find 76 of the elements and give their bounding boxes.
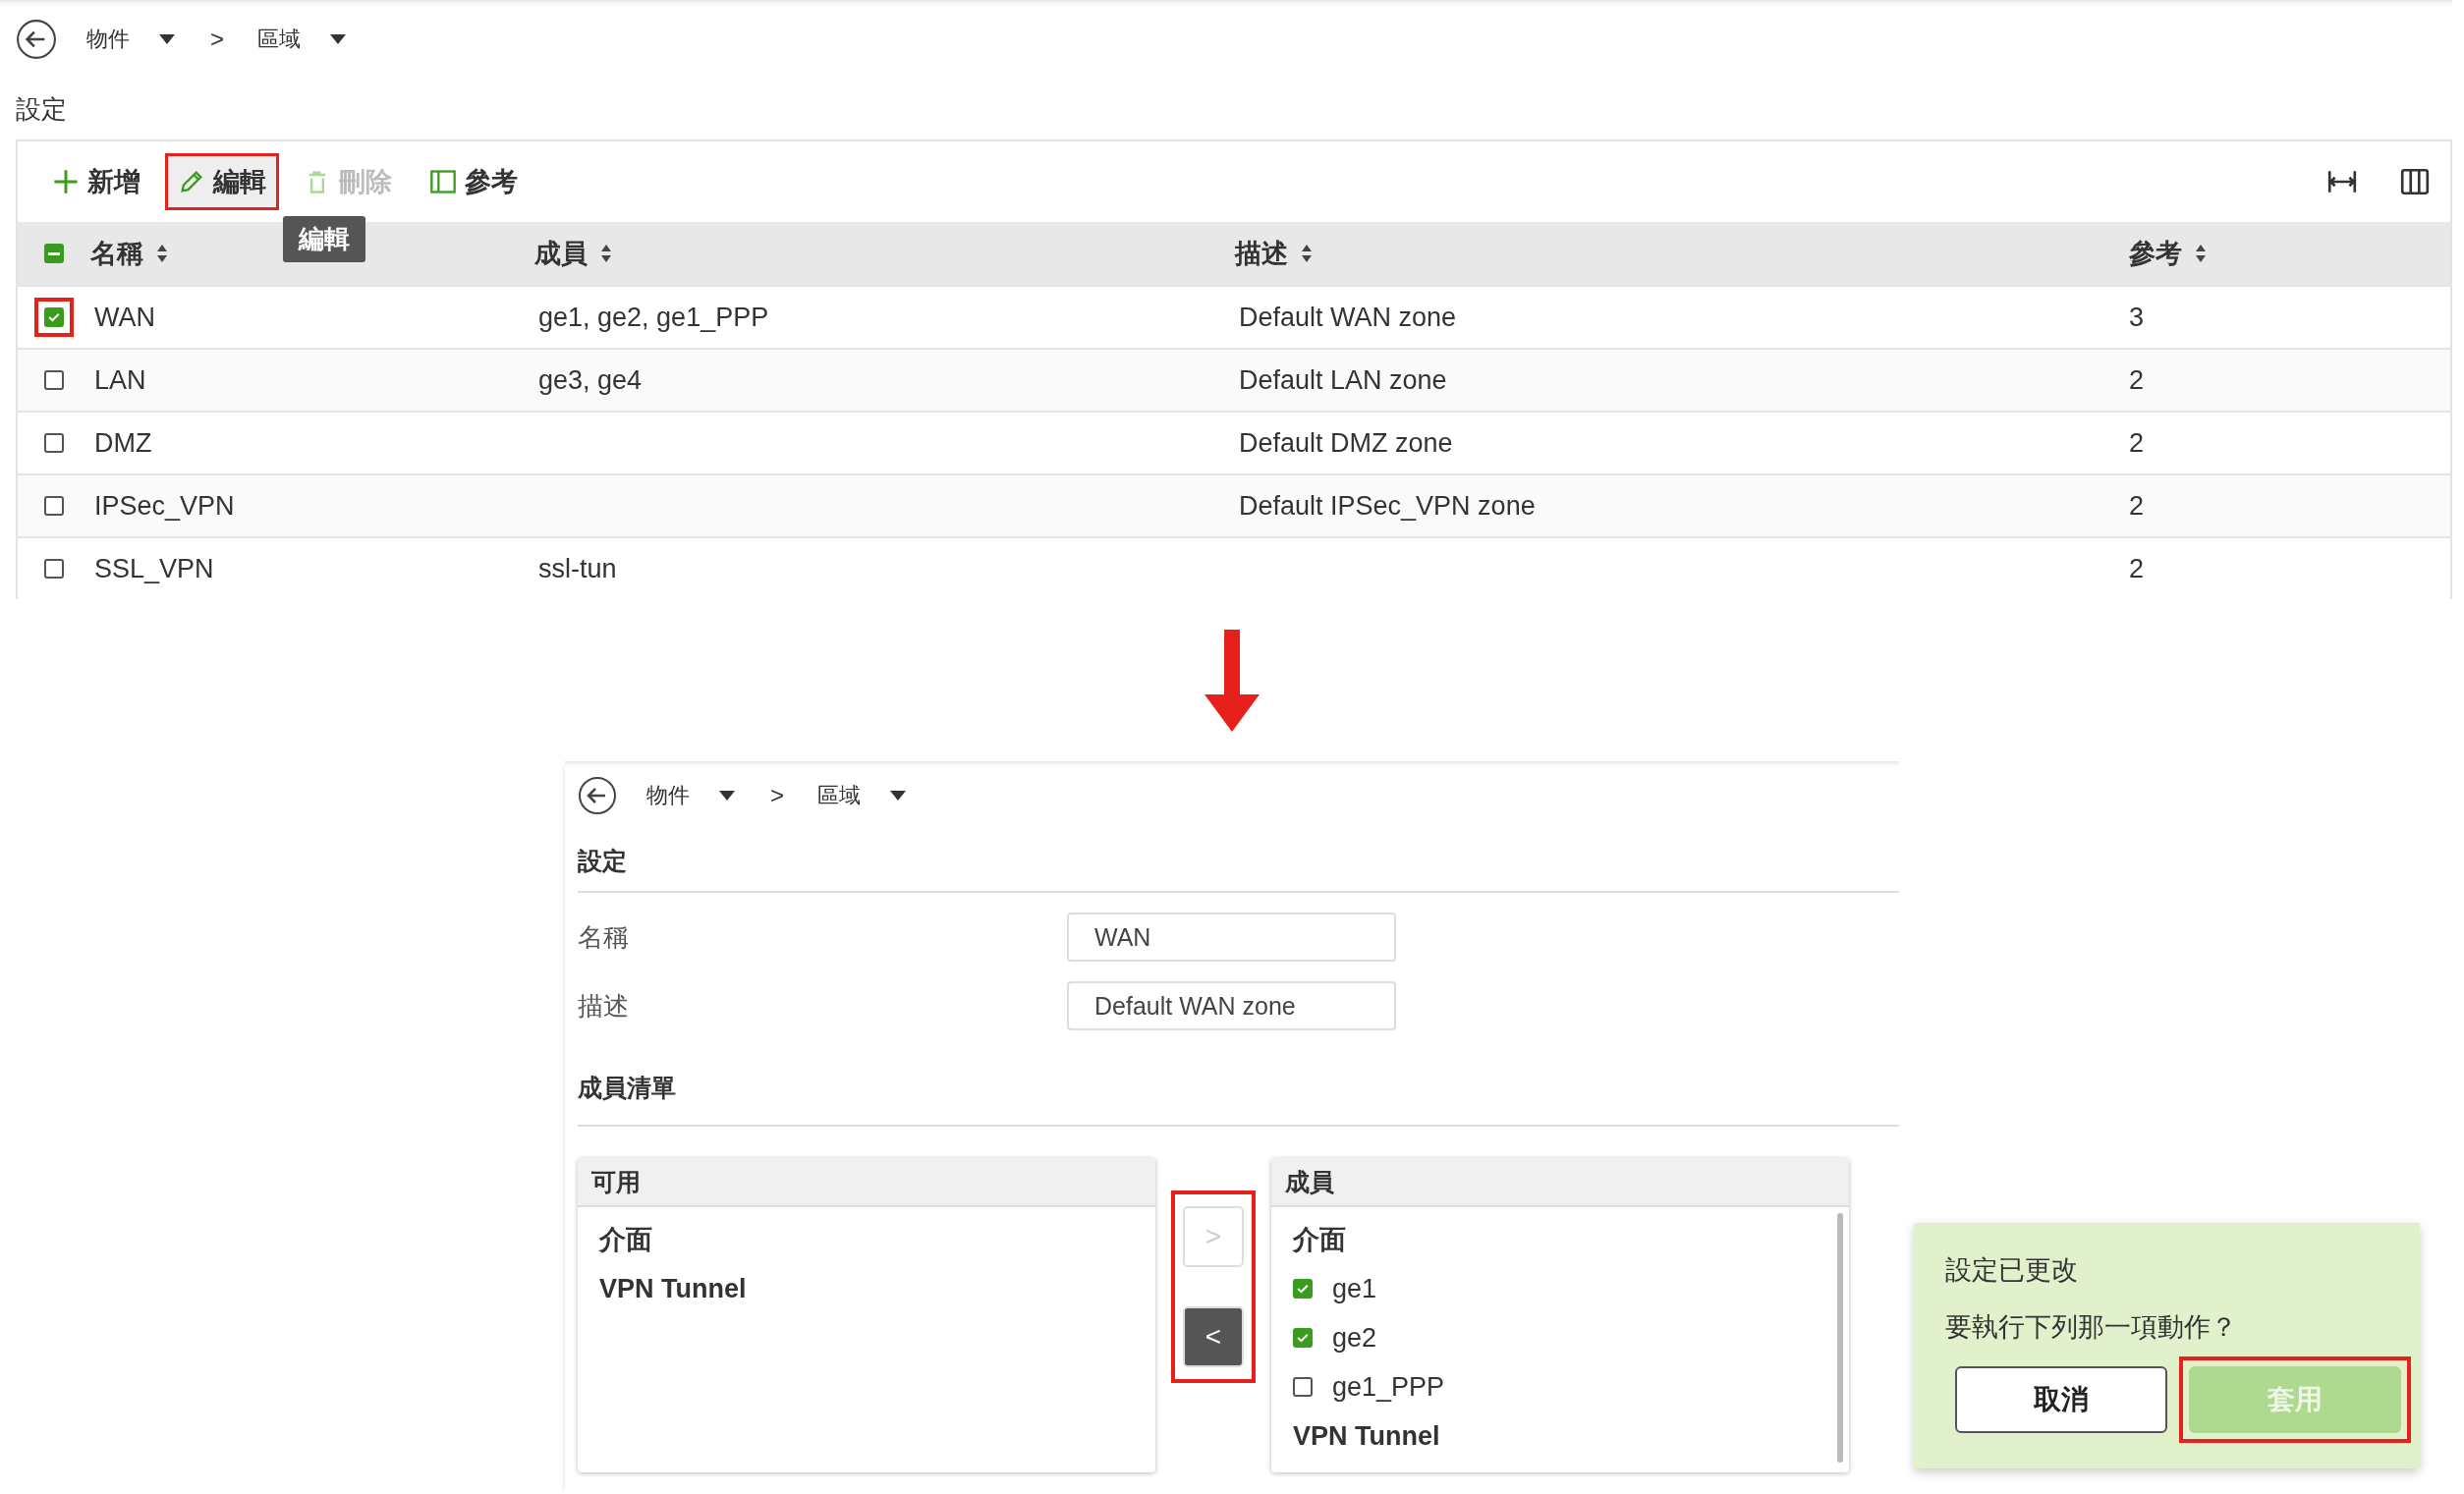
- breadcrumb-link[interactable]: 區域: [257, 25, 301, 54]
- sort-icon: [599, 244, 613, 263]
- list-group-label: VPN Tunnel: [1293, 1419, 1441, 1453]
- column-header[interactable]: 描述: [1235, 236, 1288, 271]
- list-group-label: 介面: [599, 1224, 653, 1256]
- toolbar-button[interactable]: 新增: [39, 153, 153, 210]
- row-checkbox[interactable]: [44, 370, 64, 390]
- pencil-icon: [178, 168, 205, 195]
- table-cell: ge1, ge2, ge1_PPP: [538, 302, 769, 332]
- list-group-label: VPN Tunnel: [599, 1272, 748, 1305]
- back-icon[interactable]: [578, 776, 617, 815]
- list-checkbox[interactable]: [1293, 1328, 1313, 1348]
- panel-icon: [429, 168, 457, 195]
- list-header: 可用: [578, 1158, 1155, 1207]
- plus-icon: [52, 168, 80, 195]
- table-cell: IPSec_VPN: [94, 490, 235, 521]
- breadcrumb-link[interactable]: 區域: [817, 781, 861, 810]
- breadcrumb-separator: >: [210, 26, 224, 53]
- sort-icon: [1300, 244, 1314, 263]
- column-header[interactable]: 參考: [2129, 236, 2182, 271]
- input-field[interactable]: WAN: [1067, 913, 1396, 962]
- select-all-checkbox[interactable]: [44, 244, 64, 263]
- breadcrumb-link[interactable]: 物件: [86, 25, 130, 54]
- column-header[interactable]: 名稱: [90, 236, 143, 271]
- sort-icon: [155, 244, 169, 263]
- field-label: 名稱: [578, 920, 630, 954]
- sort-icon: [2194, 244, 2208, 263]
- tooltip: 編輯: [283, 216, 365, 262]
- table-cell: LAN: [94, 364, 146, 395]
- list-item[interactable]: ge2: [1332, 1322, 1377, 1354]
- section-title: 成員清單: [578, 1050, 1899, 1127]
- scrollbar[interactable]: [1837, 1213, 1843, 1463]
- list-checkbox[interactable]: [1293, 1377, 1313, 1397]
- dialog-button[interactable]: 取消: [1955, 1366, 2167, 1433]
- row-checkbox[interactable]: [44, 307, 64, 327]
- table-cell: 2: [2129, 490, 2145, 521]
- list-checkbox[interactable]: [1293, 1279, 1313, 1299]
- list-item[interactable]: ge1: [1332, 1273, 1377, 1304]
- row-checkbox[interactable]: [44, 433, 64, 453]
- breadcrumb-link[interactable]: 物件: [646, 781, 690, 810]
- toolbar-button[interactable]: 參考: [417, 153, 531, 210]
- caret-icon[interactable]: [330, 34, 346, 44]
- table-cell: 2: [2129, 553, 2145, 583]
- table-cell: ssl-tun: [538, 553, 617, 583]
- dialog-title: 設定已更改: [1945, 1254, 2079, 1287]
- toolbar-button[interactable]: 編輯: [165, 153, 279, 210]
- section-title: 設定: [578, 830, 1899, 893]
- row-checkbox[interactable]: [44, 559, 64, 579]
- transfer-button[interactable]: <: [1183, 1306, 1244, 1367]
- column-header[interactable]: 成員: [534, 236, 588, 271]
- table-cell: Default IPSec_VPN zone: [1239, 490, 1536, 521]
- section-title: 設定: [16, 92, 68, 126]
- row-checkbox[interactable]: [44, 496, 64, 516]
- field-label: 描述: [578, 989, 630, 1023]
- table-cell: SSL_VPN: [94, 553, 214, 583]
- table-cell: Default DMZ zone: [1239, 427, 1453, 458]
- columns-icon[interactable]: [2399, 166, 2431, 197]
- table-cell: 2: [2129, 364, 2145, 395]
- table-cell: 2: [2129, 427, 2145, 458]
- list-header: 成員: [1271, 1158, 1849, 1207]
- caret-icon[interactable]: [719, 791, 735, 801]
- table-cell: Default LAN zone: [1239, 364, 1447, 395]
- list-group-label: 介面: [1293, 1224, 1347, 1256]
- dialog-message: 要執行下列那一項動作？: [1945, 1311, 2238, 1344]
- back-icon[interactable]: [16, 19, 57, 60]
- table-cell: WAN: [94, 302, 155, 332]
- caret-icon[interactable]: [159, 34, 175, 44]
- list-item[interactable]: ge1_PPP: [1332, 1371, 1445, 1403]
- table-cell: DMZ: [94, 427, 152, 458]
- input-field[interactable]: Default WAN zone: [1067, 981, 1396, 1030]
- table-cell: 3: [2129, 302, 2145, 332]
- table-cell: Default WAN zone: [1239, 302, 1457, 332]
- table-cell: ge3, ge4: [538, 364, 643, 395]
- caret-icon[interactable]: [890, 791, 906, 801]
- breadcrumb-separator: >: [770, 782, 784, 809]
- down-arrow-icon: [1203, 629, 1261, 732]
